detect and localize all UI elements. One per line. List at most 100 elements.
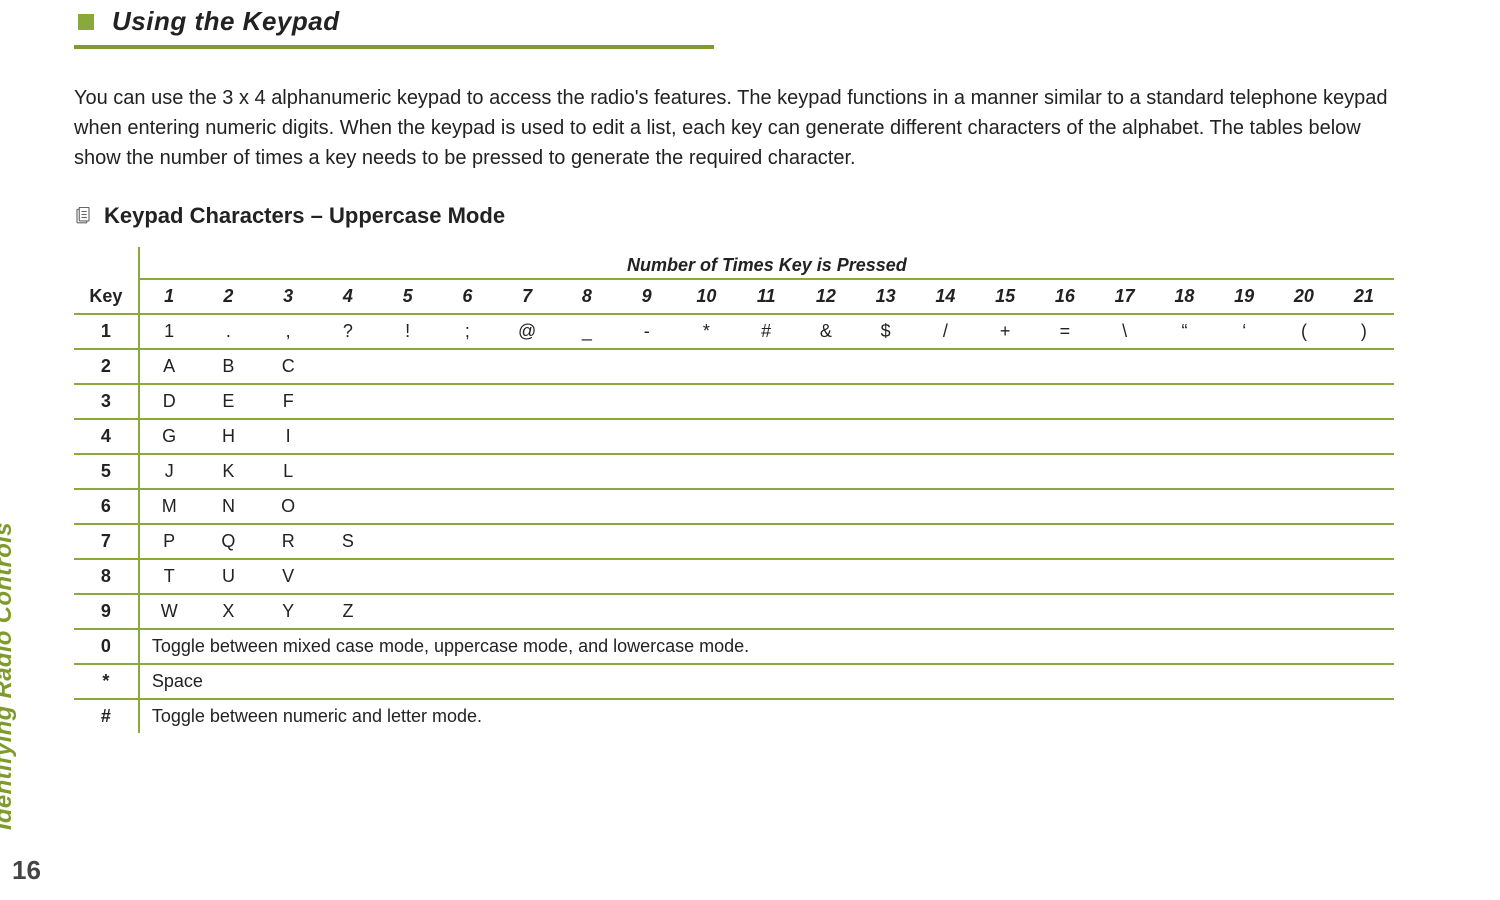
- char-cell: [916, 349, 976, 384]
- char-cell: [1334, 559, 1394, 594]
- char-cell: [736, 384, 796, 419]
- char-cell: [975, 419, 1035, 454]
- char-cell: [975, 524, 1035, 559]
- char-cell: [1035, 559, 1095, 594]
- char-cell: [796, 594, 856, 629]
- char-cell: [796, 349, 856, 384]
- char-cell: [856, 559, 916, 594]
- char-cell: [497, 384, 557, 419]
- char-cell: M: [139, 489, 199, 524]
- table-row: 0Toggle between mixed case mode, upperca…: [74, 629, 1394, 664]
- char-cell: [677, 594, 737, 629]
- char-cell: ‘: [1214, 314, 1274, 349]
- char-cell: [438, 524, 498, 559]
- intro-paragraph: You can use the 3 x 4 alphanumeric keypa…: [74, 83, 1404, 173]
- char-cell: [557, 524, 617, 559]
- char-cell: [736, 454, 796, 489]
- char-cell: [677, 384, 737, 419]
- table-row: 7PQRS: [74, 524, 1394, 559]
- key-cell: 3: [74, 384, 139, 419]
- char-cell: [1214, 349, 1274, 384]
- char-cell: [1155, 349, 1215, 384]
- char-cell: [975, 349, 1035, 384]
- press-count-header: 14: [916, 279, 976, 314]
- char-cell: [1155, 524, 1215, 559]
- char-cell: [856, 349, 916, 384]
- document-icon: [74, 207, 92, 225]
- press-count-header: 18: [1155, 279, 1215, 314]
- table-row: 5JKL: [74, 454, 1394, 489]
- char-cell: [438, 454, 498, 489]
- char-cell: [916, 489, 976, 524]
- char-cell: [1155, 384, 1215, 419]
- key-cell: 6: [74, 489, 139, 524]
- char-cell: [916, 594, 976, 629]
- key-column-header: Key: [74, 247, 139, 314]
- char-cell: [1334, 594, 1394, 629]
- char-cell: [796, 419, 856, 454]
- keypad-table: Key Number of Times Key is Pressed 12345…: [74, 247, 1394, 733]
- table-row: *Space: [74, 664, 1394, 699]
- char-cell: [318, 559, 378, 594]
- char-cell: [438, 594, 498, 629]
- char-cell: [557, 559, 617, 594]
- char-cell: O: [258, 489, 318, 524]
- char-cell: [557, 349, 617, 384]
- char-cell: [856, 419, 916, 454]
- char-cell: [1155, 454, 1215, 489]
- char-cell: [617, 384, 677, 419]
- char-cell: [318, 454, 378, 489]
- char-cell: [1274, 349, 1334, 384]
- press-count-header: 4: [318, 279, 378, 314]
- char-cell: [1095, 384, 1155, 419]
- char-cell: [1274, 524, 1334, 559]
- char-cell: E: [199, 384, 259, 419]
- char-cell: [916, 524, 976, 559]
- press-count-header: 20: [1274, 279, 1334, 314]
- char-cell: =: [1035, 314, 1095, 349]
- char-cell: R: [258, 524, 318, 559]
- char-cell: [438, 384, 498, 419]
- char-cell: [617, 349, 677, 384]
- char-cell: [1095, 419, 1155, 454]
- char-cell: [1095, 489, 1155, 524]
- char-cell: [856, 594, 916, 629]
- char-cell: [378, 349, 438, 384]
- char-cell: X: [199, 594, 259, 629]
- char-cell: [318, 489, 378, 524]
- char-cell: A: [139, 349, 199, 384]
- char-cell: [378, 454, 438, 489]
- press-count-header: 5: [378, 279, 438, 314]
- key-cell: *: [74, 664, 139, 699]
- char-cell: [975, 559, 1035, 594]
- char-cell: [1274, 454, 1334, 489]
- press-count-header: 11: [736, 279, 796, 314]
- char-cell: [796, 524, 856, 559]
- char-cell: 1: [139, 314, 199, 349]
- char-cell: Z: [318, 594, 378, 629]
- char-cell: [1035, 594, 1095, 629]
- char-cell: [677, 419, 737, 454]
- char-cell: [1155, 559, 1215, 594]
- char-cell: [378, 384, 438, 419]
- char-cell: [1334, 384, 1394, 419]
- char-cell: [1274, 594, 1334, 629]
- char-cell: L: [258, 454, 318, 489]
- char-cell: [1334, 524, 1394, 559]
- char-cell: $: [856, 314, 916, 349]
- table-row: 9WXYZ: [74, 594, 1394, 629]
- press-count-header: 6: [438, 279, 498, 314]
- char-cell: [736, 524, 796, 559]
- page-number: 16: [12, 855, 41, 886]
- char-cell: T: [139, 559, 199, 594]
- char-cell: [677, 559, 737, 594]
- char-cell: “: [1155, 314, 1215, 349]
- press-count-header: 19: [1214, 279, 1274, 314]
- char-cell: [378, 524, 438, 559]
- char-cell: [1334, 419, 1394, 454]
- char-cell: [617, 559, 677, 594]
- heading-bullet-icon: [78, 14, 94, 30]
- char-cell: [497, 349, 557, 384]
- char-cell: [1095, 594, 1155, 629]
- char-cell: ,: [258, 314, 318, 349]
